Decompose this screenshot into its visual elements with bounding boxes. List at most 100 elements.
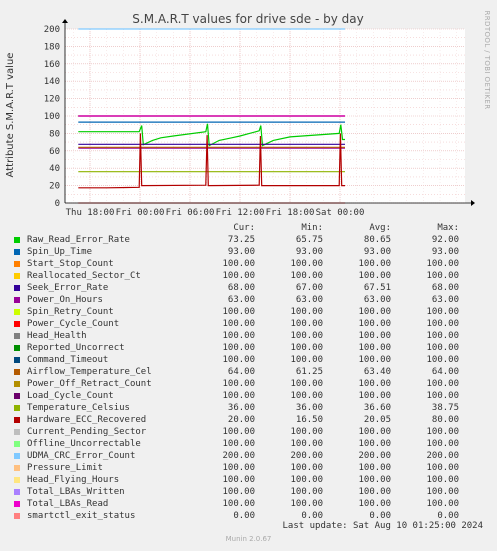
legend-max: 93.00	[431, 247, 459, 257]
legend-row: Reallocated_Sector_Ct 100.00 100.00 100.00 1…	[12, 270, 482, 282]
legend-avg: 100.00	[358, 331, 391, 341]
legend-row: Pressure_Limit 100.00 100.00 100.00 100.00	[12, 462, 482, 474]
legend-cur: 20.00	[227, 415, 255, 425]
legend-row: Head_Flying_Hours 100.00 100.00 100.00 100.0…	[12, 474, 482, 486]
legend-name: Command_Timeout	[27, 355, 109, 365]
legend-rows: Raw_Read_Error_Rate 73.25 65.75 80.65 92.00 S…	[12, 234, 482, 522]
legend-cur: 100.00	[222, 379, 255, 389]
legend-cur: 93.00	[227, 247, 255, 257]
legend-name: Reported_Uncorrect	[27, 343, 125, 353]
legend-min: 100.00	[290, 487, 323, 497]
legend-avg: 100.00	[358, 427, 391, 437]
legend-swatch	[14, 489, 20, 495]
legend-min: 100.00	[290, 331, 323, 341]
legend-min: 100.00	[290, 355, 323, 365]
legend-name: Load_Cycle_Count	[27, 391, 114, 401]
legend-min: 67.00	[295, 283, 323, 293]
y-tick-label: 60	[49, 147, 60, 157]
legend-cur: 100.00	[222, 271, 255, 281]
legend-name: Temperature_Celsius	[27, 403, 130, 413]
legend-avg: 67.51	[363, 283, 391, 293]
legend-avg: 100.00	[358, 499, 391, 509]
legend-row: Power_On_Hours 63.00 63.00 63.00 63.00	[12, 294, 482, 306]
legend-name: Pressure_Limit	[27, 463, 103, 473]
legend-avg: 36.60	[363, 403, 391, 413]
legend-name: Total_LBAs_Written	[27, 487, 125, 497]
last-update: Last update: Sat Aug 10 01:25:00 2024	[282, 521, 483, 531]
legend-cur: 100.00	[222, 319, 255, 329]
legend-max: 100.00	[426, 439, 459, 449]
legend-row: UDMA_CRC_Error_Count 200.00 200.00 200.00 20…	[12, 450, 482, 462]
legend-cur: 100.00	[222, 307, 255, 317]
legend-row: Command_Timeout 100.00 100.00 100.00 100.00	[12, 354, 482, 366]
legend-name: Seek_Error_Rate	[27, 283, 109, 293]
x-tick-label: Fri 06:00	[166, 208, 215, 218]
chart-title: S.M.A.R.T values for drive sde - by day	[132, 12, 363, 26]
y-tick-label: 120	[44, 95, 60, 105]
legend-avg: 93.00	[363, 247, 391, 257]
legend-row: Offline_Uncorrectable 100.00 100.00 100.00 1…	[12, 438, 482, 450]
legend-row: Head_Health 100.00 100.00 100.00 100.00	[12, 330, 482, 342]
legend-min: 100.00	[290, 271, 323, 281]
legend-swatch	[14, 441, 20, 447]
legend-row: Current_Pending_Sector 100.00 100.00 100.00…	[12, 426, 482, 438]
legend-name: Spin_Up_Time	[27, 247, 93, 257]
legend-max: 100.00	[426, 391, 459, 401]
legend-swatch	[14, 273, 20, 279]
legend-swatch	[14, 237, 20, 243]
legend-name: Total_LBAs_Read	[27, 499, 109, 509]
legend-min: 100.00	[290, 343, 323, 353]
x-tick-label: Fri 18:00	[266, 208, 315, 218]
legend-avg: 63.40	[363, 367, 391, 377]
legend-avg: 100.00	[358, 259, 391, 269]
legend-cur: 100.00	[222, 331, 255, 341]
legend-min: 100.00	[290, 259, 323, 269]
legend-min: 200.00	[290, 451, 323, 461]
legend-row: Total_LBAs_Written 100.00 100.00 100.00 100.…	[12, 486, 482, 498]
y-tick-label: 100	[44, 112, 60, 122]
legend-swatch	[14, 297, 20, 303]
legend-max: 100.00	[426, 319, 459, 329]
legend-avg: 100.00	[358, 319, 391, 329]
legend-avg: 100.00	[358, 487, 391, 497]
y-axis-arrow	[62, 19, 68, 23]
legend-avg: 20.05	[363, 415, 391, 425]
legend-avg: 80.65	[363, 235, 391, 245]
x-tick-label: Fri 00:00	[116, 208, 165, 218]
rrdtool-credit: RRDTOOL / TOBI OETIKER	[483, 11, 491, 110]
legend-swatch	[14, 261, 20, 267]
y-tick-label: 80	[49, 129, 60, 139]
legend-header-cur: Cur:	[233, 223, 255, 233]
legend-avg: 100.00	[358, 343, 391, 353]
legend-avg: 100.00	[358, 439, 391, 449]
legend-row: Reported_Uncorrect 100.00 100.00 100.00 100.…	[12, 342, 482, 354]
legend-max: 100.00	[426, 343, 459, 353]
legend-header-min: Min:	[301, 223, 323, 233]
legend-min: 100.00	[290, 391, 323, 401]
legend-max: 38.75	[431, 403, 459, 413]
legend-cur: 100.00	[222, 499, 255, 509]
legend-name: smartctl_exit_status	[27, 511, 136, 521]
y-axis-label: Attribute S.M.A.R.T value	[5, 53, 16, 178]
legend-min: 100.00	[290, 427, 323, 437]
legend-min: 100.00	[290, 463, 323, 473]
legend-cur: 100.00	[222, 427, 255, 437]
legend-row: Spin_Retry_Count 100.00 100.00 100.00 100.00	[12, 306, 482, 318]
legend-name: Spin_Retry_Count	[27, 307, 114, 317]
legend-avg: 100.00	[358, 307, 391, 317]
legend-max: 100.00	[426, 331, 459, 341]
legend-min: 100.00	[290, 319, 323, 329]
y-tick-label: 160	[44, 60, 60, 70]
legend-min: 65.75	[295, 235, 323, 245]
legend-max: 100.00	[426, 379, 459, 389]
legend-max: 100.00	[426, 475, 459, 485]
legend-min: 93.00	[295, 247, 323, 257]
legend-swatch	[14, 345, 20, 351]
legend-min: 100.00	[290, 475, 323, 485]
legend-name: Head_Flying_Hours	[27, 475, 120, 485]
legend-name: Hardware_ECC_Recovered	[27, 415, 147, 425]
legend-avg: 100.00	[358, 391, 391, 401]
legend-cur: 63.00	[227, 295, 255, 305]
x-tick-label: Sat 00:00	[316, 208, 365, 218]
legend-cur: 100.00	[222, 487, 255, 497]
